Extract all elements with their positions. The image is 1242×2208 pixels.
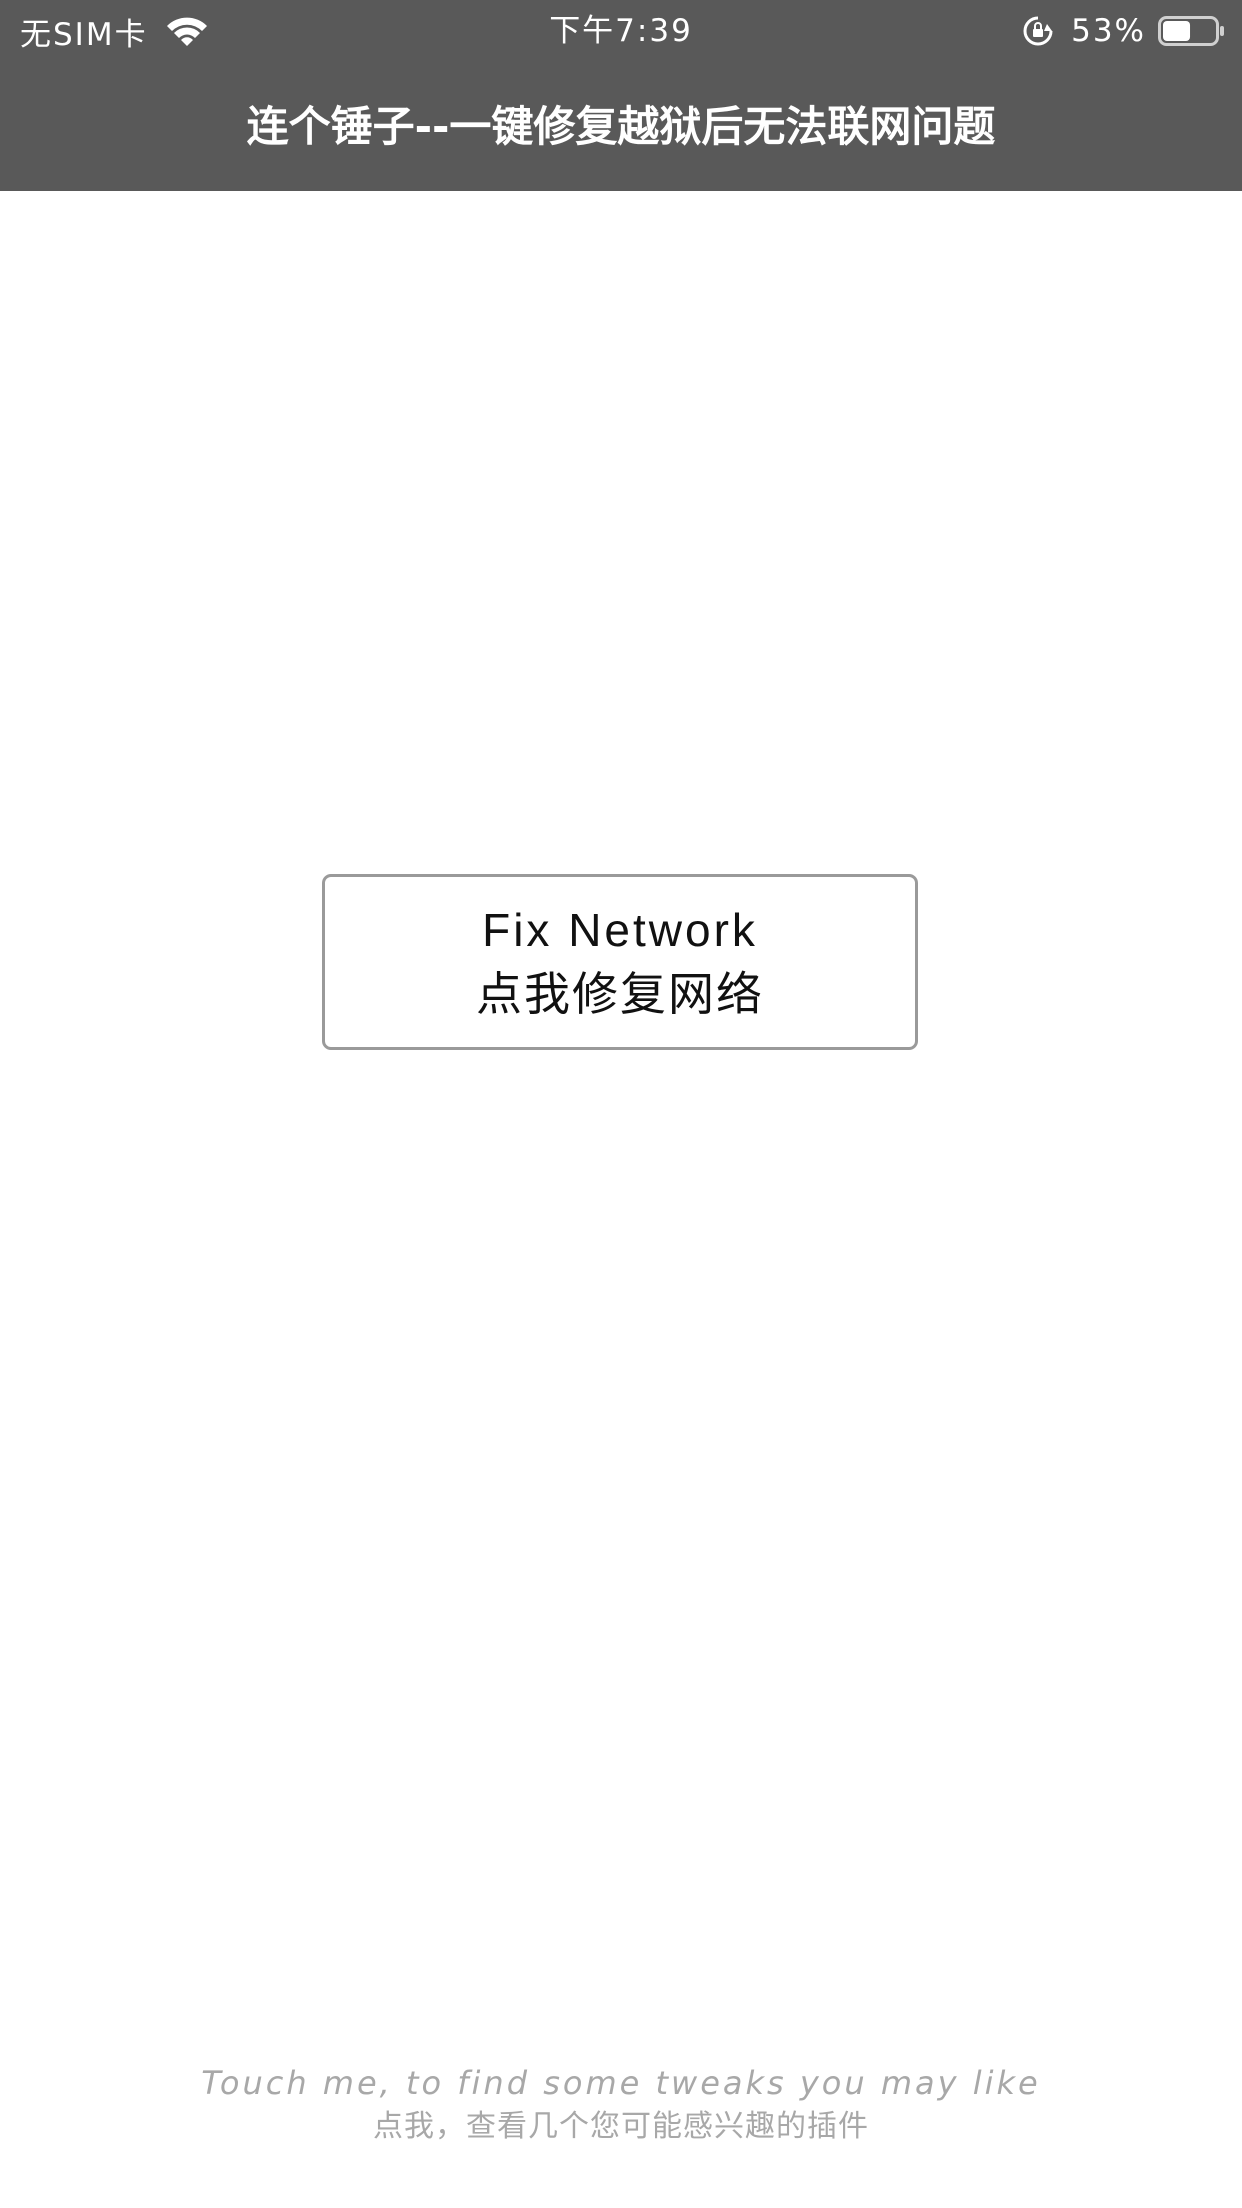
rotation-lock-icon <box>1023 16 1053 46</box>
find-tweaks-link[interactable]: Touch me, to find some tweaks you may li… <box>0 2060 1242 2148</box>
battery-icon <box>1158 16 1224 46</box>
status-bar: 无SIM卡 下午7:39 53% <box>0 0 1242 60</box>
battery-fill <box>1163 21 1191 41</box>
page-title: 连个锤子--一键修复越狱后无法联网问题 <box>246 102 996 151</box>
app-screen: 无SIM卡 下午7:39 53% 连个锤子--一键修复越狱后无法联网问题 Fix… <box>0 0 1242 2208</box>
find-tweaks-text-zh: 点我，查看几个您可能感兴趣的插件 <box>373 2109 869 2144</box>
status-right: 53% <box>1021 11 1226 51</box>
fix-network-button[interactable]: Fix Network 点我修复网络 <box>322 874 918 1050</box>
fix-network-label-en: Fix Network <box>482 904 758 956</box>
top-bar: 无SIM卡 下午7:39 53% 连个锤子--一键修复越狱后无法联网问题 <box>0 0 1242 191</box>
find-tweaks-text-en: Touch me, to find some tweaks you may li… <box>201 2064 1041 2102</box>
fix-network-label-zh: 点我修复网络 <box>476 968 764 1020</box>
battery-percent: 53% <box>1071 13 1146 49</box>
